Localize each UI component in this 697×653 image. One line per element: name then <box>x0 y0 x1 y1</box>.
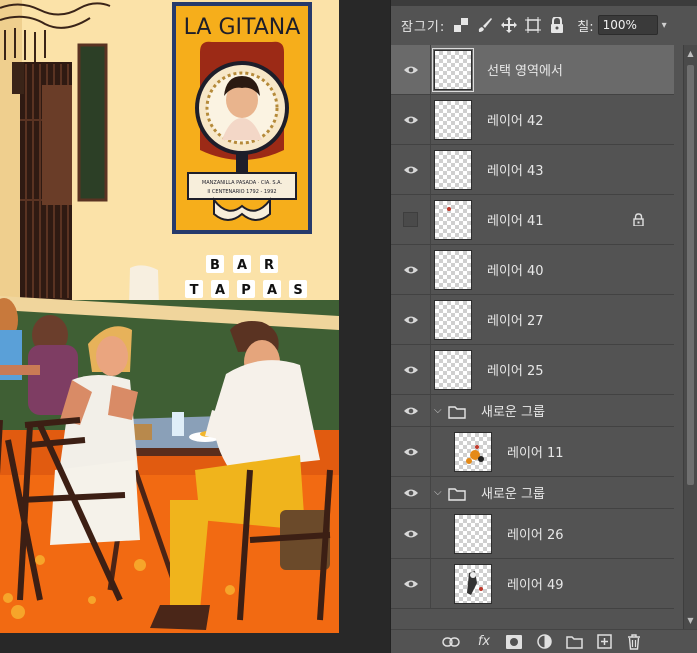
visibility-eye-icon[interactable] <box>391 477 431 508</box>
new-layer-icon[interactable] <box>595 633 613 651</box>
layer-name[interactable]: 레이어 26 <box>507 509 564 558</box>
artwork-svg: LA GITANA MANZANILLA PASADA · CIA. S.A. … <box>0 0 339 633</box>
scroll-down-icon[interactable]: ▼ <box>684 616 697 626</box>
visibility-toggle-off[interactable] <box>391 195 431 244</box>
scrollbar-thumb[interactable] <box>687 65 694 485</box>
layer-name[interactable]: 새로운 그룹 <box>481 477 545 508</box>
layers-bottom-bar: fx <box>391 629 697 653</box>
layer-thumbnail[interactable] <box>434 100 472 140</box>
artwork-illustration[interactable]: LA GITANA MANZANILLA PASADA · CIA. S.A. … <box>0 0 339 633</box>
adjustment-layer-icon[interactable] <box>535 633 553 651</box>
layer-thumbnail[interactable] <box>432 48 474 92</box>
canvas-area[interactable]: LA GITANA MANZANILLA PASADA · CIA. S.A. … <box>0 0 390 653</box>
layer-name[interactable]: 레이어 27 <box>487 295 544 344</box>
lock-image-pixels-icon[interactable] <box>477 17 493 33</box>
svg-text:B: B <box>210 258 220 273</box>
layer-thumbnail[interactable] <box>434 250 472 290</box>
fill-label: 칠: <box>577 19 594 35</box>
layer-list: 선택 영역에서 레이어 42 레이어 43 레이어 41 레이어 40 레이어 … <box>391 45 674 630</box>
visibility-eye-icon[interactable] <box>391 427 431 476</box>
layer-row[interactable]: 레이어 27 <box>391 295 674 345</box>
layer-thumbnail[interactable] <box>434 200 472 240</box>
svg-text:R: R <box>264 258 274 273</box>
building-edge <box>0 0 22 300</box>
svg-text:T: T <box>190 283 199 298</box>
layer-thumbnail[interactable] <box>434 150 472 190</box>
layer-thumbnail[interactable] <box>454 432 492 472</box>
chevron-down-icon[interactable]: ⌵ <box>434 477 442 508</box>
chevron-down-icon[interactable]: ⌵ <box>434 395 442 426</box>
visibility-eye-icon[interactable] <box>391 395 431 426</box>
new-group-icon[interactable] <box>565 633 583 651</box>
layer-row[interactable]: 레이어 42 <box>391 95 674 145</box>
folder-icon <box>448 404 466 423</box>
layer-name[interactable]: 레이어 11 <box>507 427 564 476</box>
visibility-eye-icon[interactable] <box>391 559 431 608</box>
layer-lock-icon <box>633 195 644 244</box>
folder-icon <box>448 486 466 505</box>
svg-text:MANZANILLA PASADA · CIA. S.A.: MANZANILLA PASADA · CIA. S.A. <box>202 180 283 186</box>
wall-lamp <box>12 62 24 94</box>
add-mask-icon[interactable] <box>505 633 523 651</box>
visibility-eye-icon[interactable] <box>391 45 431 94</box>
layer-thumbnail[interactable] <box>454 564 492 604</box>
la-gitana-poster: LA GITANA MANZANILLA PASADA · CIA. S.A. … <box>172 2 312 234</box>
window-grille <box>20 62 72 300</box>
lock-position-icon[interactable] <box>501 17 518 33</box>
layer-row[interactable]: 레이어 11 <box>391 427 674 477</box>
layer-thumbnail[interactable] <box>434 300 472 340</box>
link-layers-icon[interactable] <box>441 633 461 651</box>
layer-row[interactable]: 레이어 25 <box>391 345 674 395</box>
lock-bar: 잠그기: 칠: 100% ▾ <box>391 6 681 44</box>
layers-panel: 잠그기: 칠: 100% ▾ 선택 영역에서 레이어 42 레이어 43 레이어… <box>390 0 697 653</box>
layer-row[interactable]: 레이어 26 <box>391 509 674 559</box>
svg-text:A: A <box>267 283 277 298</box>
visibility-eye-icon[interactable] <box>391 295 431 344</box>
svg-text:A: A <box>237 258 247 273</box>
svg-text:S: S <box>293 283 302 298</box>
lock-all-icon[interactable] <box>549 17 565 33</box>
layer-row[interactable]: 레이어 43 <box>391 145 674 195</box>
layer-thumbnail[interactable] <box>454 514 492 554</box>
layer-name[interactable]: 레이어 42 <box>487 95 544 144</box>
svg-text:P: P <box>241 283 251 298</box>
delete-layer-icon[interactable] <box>625 633 643 651</box>
lock-transparent-pixels-icon[interactable] <box>453 17 469 33</box>
visibility-eye-icon[interactable] <box>391 345 431 394</box>
scroll-up-icon[interactable]: ▲ <box>684 49 697 59</box>
layer-row[interactable]: 레이어 49 <box>391 559 674 609</box>
layer-style-fx-icon[interactable]: fx <box>475 633 493 651</box>
visibility-eye-icon[interactable] <box>391 145 431 194</box>
layer-row[interactable]: 레이어 41 <box>391 195 674 245</box>
layer-name[interactable]: 선택 영역에서 <box>487 45 563 94</box>
fill-input[interactable]: 100% <box>597 15 658 35</box>
layer-name[interactable]: 레이어 49 <box>507 559 564 608</box>
layer-group-row[interactable]: ⌵ 새로운 그룹 <box>391 477 674 509</box>
layer-thumbnail[interactable] <box>434 350 472 390</box>
lock-artboard-icon[interactable] <box>525 17 542 33</box>
layer-name[interactable]: 레이어 43 <box>487 145 544 194</box>
layers-scrollbar[interactable]: ▲ ▼ <box>683 45 697 630</box>
layer-row[interactable]: 레이어 40 <box>391 245 674 295</box>
svg-text:A: A <box>215 283 225 298</box>
layer-row[interactable]: 선택 영역에서 <box>391 45 674 95</box>
lock-label: 잠그기: <box>401 19 446 35</box>
layer-name[interactable]: 레이어 25 <box>487 345 544 394</box>
svg-text:II CENTENARIO 1792 - 1992: II CENTENARIO 1792 - 1992 <box>207 189 276 195</box>
layer-name[interactable]: 레이어 41 <box>487 195 544 244</box>
layer-name[interactable]: 레이어 40 <box>487 245 544 294</box>
visibility-eye-icon[interactable] <box>391 95 431 144</box>
layer-name[interactable]: 새로운 그룹 <box>481 395 545 426</box>
green-shutter <box>77 43 108 202</box>
svg-text:LA GITANA: LA GITANA <box>184 15 301 40</box>
chevron-down-icon[interactable]: ▾ <box>662 20 667 31</box>
visibility-eye-icon[interactable] <box>391 509 431 558</box>
layer-group-row[interactable]: ⌵ 새로운 그룹 <box>391 395 674 427</box>
visibility-eye-icon[interactable] <box>391 245 431 294</box>
